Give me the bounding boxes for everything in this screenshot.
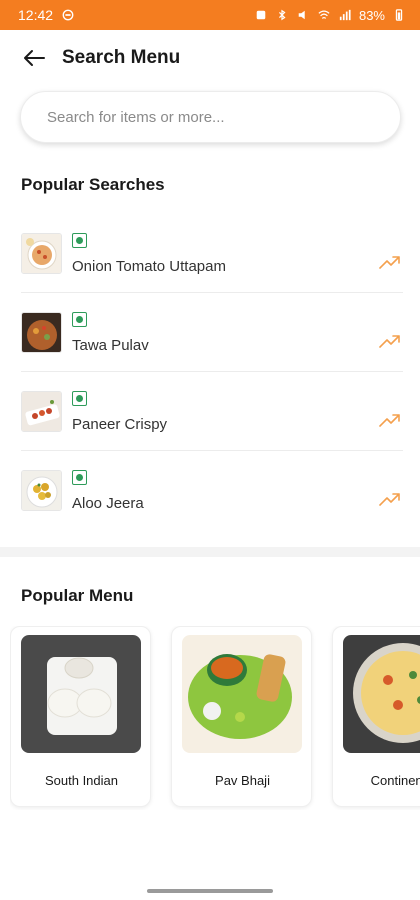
wifi-icon [318,10,330,19]
trending-up-icon [379,414,400,427]
notification-icon [62,9,74,21]
menu-card-label: South Indian [44,773,118,788]
popular-searches-list: Onion Tomato Uttapam Tawa Pulav Paneer C… [21,214,403,530]
status-left: 12:42 [18,7,75,23]
search-bar[interactable] [20,91,401,143]
bluetooth-icon [278,9,286,21]
menu-card-continental[interactable]: Continental [332,626,420,807]
mute-icon [298,10,305,20]
menu-card-label: Pav Bhaji [215,773,270,788]
item-name: Onion Tomato Uttapam [72,258,226,275]
list-item[interactable]: Paneer Crispy [21,372,403,451]
alarm-icon [256,10,266,20]
signal-icon [339,9,351,21]
status-bar: 12:42 83% [0,0,420,30]
list-item[interactable]: Aloo Jeera [21,451,403,530]
battery-level: 83% [358,7,385,23]
menu-card-image [21,635,141,753]
trending-up-icon [379,256,400,269]
item-name: Paneer Crispy [72,416,168,433]
item-name: Tawa Pulav [72,337,149,354]
status-time: 12:42 [18,7,54,23]
menu-card-pav-bhaji[interactable]: Pav Bhaji [171,626,312,807]
popular-searches-title: Popular Searches [21,175,165,194]
veg-icon [72,391,87,406]
menu-card-image [343,635,420,753]
veg-icon [72,233,87,248]
item-thumbnail [21,312,62,353]
popular-menu-carousel[interactable]: South Indian Pav Bhaji Continental [10,626,420,810]
popular-menu-title: Popular Menu [21,586,134,605]
veg-icon [72,470,87,485]
menu-card-south-indian[interactable]: South Indian [10,626,151,807]
item-thumbnail [21,391,62,432]
item-name: Aloo Jeera [72,495,144,512]
back-button[interactable] [20,44,48,72]
list-item[interactable]: Tawa Pulav [21,293,403,372]
search-input[interactable] [47,108,377,126]
arrow-left-icon [24,50,45,66]
status-right: 83% [254,8,406,23]
header: Search Menu [0,30,420,86]
battery-icon [395,9,403,21]
menu-card-label: Continental [370,773,420,788]
item-thumbnail [21,470,62,511]
section-divider [0,547,420,557]
item-thumbnail [21,233,62,274]
list-item[interactable]: Onion Tomato Uttapam [21,214,403,293]
home-indicator[interactable] [147,889,273,893]
veg-icon [72,312,87,327]
trending-up-icon [379,493,400,506]
page-title: Search Menu [62,47,181,68]
menu-card-image [182,635,302,753]
trending-up-icon [379,335,400,348]
